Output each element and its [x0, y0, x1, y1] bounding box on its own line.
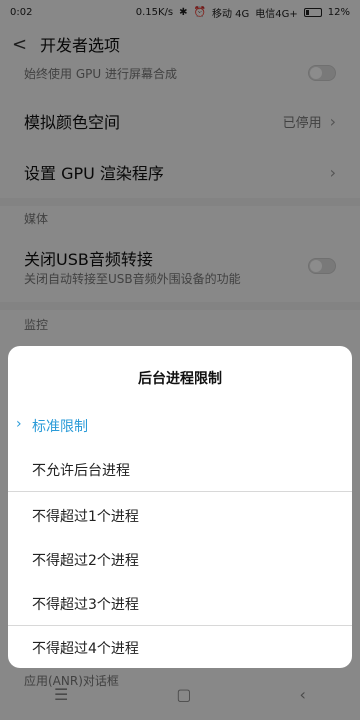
back-nav-icon[interactable]: ‹ [300, 685, 306, 704]
option-label: 标准限制 [32, 419, 88, 435]
home-icon[interactable]: ▢ [176, 685, 191, 704]
option-label: 不允许后台进程 [32, 463, 130, 479]
option-no-background[interactable]: 不允许后台进程 [32, 460, 328, 480]
option-max-4[interactable]: 不得超过4个进程 [32, 638, 328, 658]
option-standard-limit[interactable]: › 标准限制 [16, 416, 328, 436]
option-max-1[interactable]: 不得超过1个进程 [32, 506, 328, 526]
option-label: 不得超过3个进程 [32, 597, 139, 613]
selected-chevron-icon: › [16, 416, 22, 432]
option-max-2[interactable]: 不得超过2个进程 [32, 550, 328, 570]
option-divider [8, 491, 352, 492]
option-divider [8, 625, 352, 626]
navigation-bar: ☰ ▢ ‹ [0, 668, 360, 720]
background-process-limit-dialog: 后台进程限制 › 标准限制 不允许后台进程 不得超过1个进程 不得超过2个进程 … [8, 346, 352, 668]
option-label: 不得超过1个进程 [32, 509, 139, 525]
option-label: 不得超过4个进程 [32, 641, 139, 657]
menu-icon[interactable]: ☰ [54, 685, 68, 704]
dialog-title: 后台进程限制 [138, 371, 222, 387]
option-max-3[interactable]: 不得超过3个进程 [32, 594, 328, 614]
option-label: 不得超过2个进程 [32, 553, 139, 569]
